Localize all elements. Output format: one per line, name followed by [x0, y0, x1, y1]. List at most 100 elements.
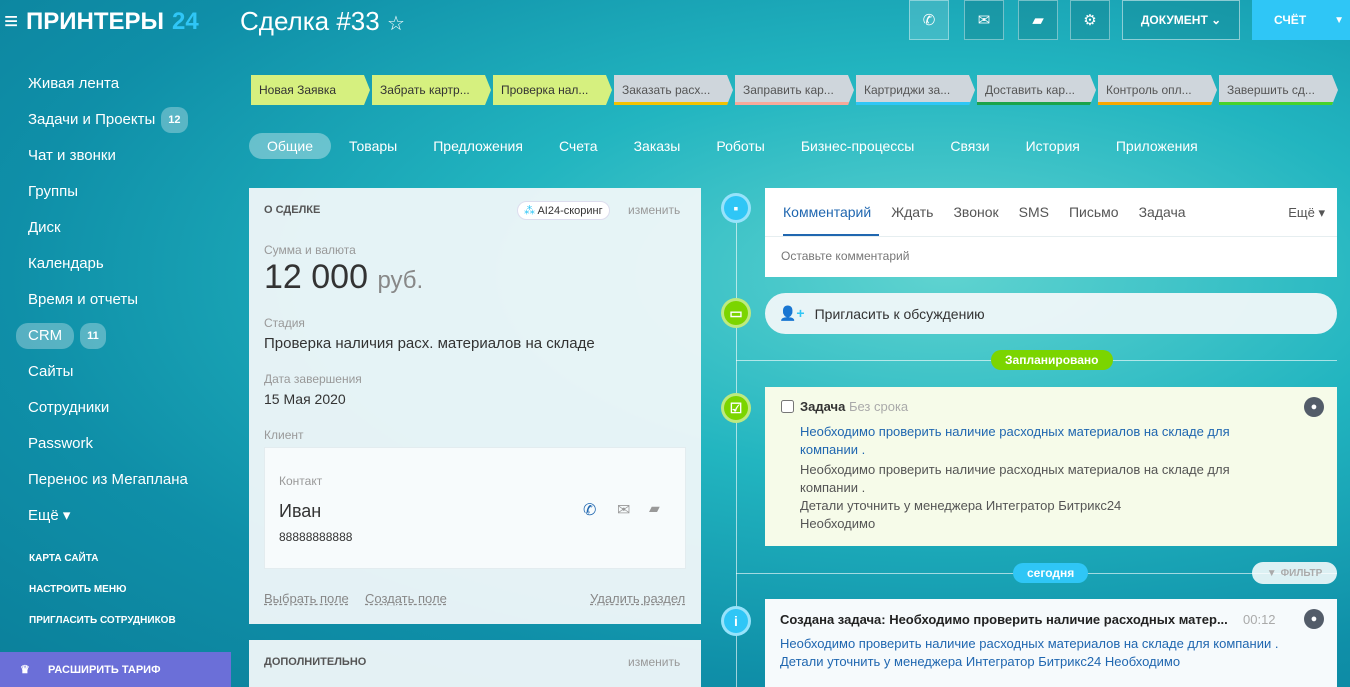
user-avatar-icon[interactable]: ● [1304, 397, 1324, 417]
sidebar-item-label: Сотрудники [28, 399, 110, 416]
tab[interactable]: Общие [249, 133, 332, 159]
ai-scoring-badge[interactable]: ⁂ AI24-скоринг [517, 201, 610, 220]
sidebar-item[interactable]: Passwork [28, 426, 188, 462]
stage-item[interactable]: Завершить сд... [1219, 75, 1338, 105]
comment-input[interactable]: Оставьте комментарий [781, 249, 909, 263]
activity-tab[interactable]: Звонок [953, 204, 998, 220]
sidebar-item[interactable]: Группы [28, 174, 188, 210]
stage-item[interactable]: Новая Заявка [251, 75, 370, 105]
chat-icon: ▰ [1032, 12, 1044, 29]
sidebar-item-label: Задачи и Проекты [28, 111, 156, 128]
sidebar-menu: Живая лента Задачи и Проекты 12 Чат и звонк… [16, 66, 188, 534]
chat-bubble-icon: ▭ [721, 298, 751, 328]
event-description[interactable]: Необходимо проверить наличие расходных м… [780, 635, 1278, 671]
edit-link[interactable]: изменить [628, 655, 680, 669]
mail-icon: ✉ [977, 12, 991, 29]
activity-tab[interactable]: Ждать [891, 204, 933, 220]
phone-icon: ✆ [922, 12, 936, 29]
sidebar-item-label: Чат и звонки [28, 147, 116, 164]
stage-item[interactable]: Картриджи за... [856, 75, 975, 105]
tab[interactable]: Связи [932, 133, 1007, 159]
stage-item[interactable]: Проверка нал... [493, 75, 612, 105]
tab[interactable]: Товары [331, 133, 415, 159]
crown-icon: ♛ [20, 664, 30, 676]
stage-item[interactable]: Забрать картр... [372, 75, 491, 105]
activity-tab[interactable]: Комментарий [783, 204, 871, 220]
email-button[interactable]: ✉ [964, 0, 1004, 40]
sidebar-item[interactable]: CRM 11 [16, 318, 188, 354]
chat-icon[interactable]: ▰ [649, 500, 660, 517]
sidebar-item[interactable]: Сайты [28, 354, 188, 390]
sidebar-item-label: Ещё ▾ [28, 507, 71, 524]
hamburger-icon[interactable]: ≡ [4, 8, 18, 36]
tab[interactable]: Счета [541, 133, 616, 159]
stage-value[interactable]: Проверка наличия расх. материалов на скл… [264, 335, 595, 352]
sidebar-item[interactable]: Перенос из Мегаплана [28, 462, 188, 498]
page-title: Сделка #33 ☆ [240, 6, 405, 36]
client-label: Клиент [264, 428, 304, 442]
phone-icon[interactable]: ✆ [583, 500, 596, 520]
mail-icon[interactable]: ✉ [617, 500, 630, 520]
date-value[interactable]: 15 Мая 2020 [264, 391, 346, 407]
event-title[interactable]: Создана задача: Необходимо проверить нал… [780, 612, 1228, 627]
info-icon: i [721, 606, 751, 636]
sidebar-link-invite[interactable]: ПРИГЛАСИТЬ СОТРУДНИКОВ [29, 615, 176, 626]
event-card: Создана задача: Необходимо проверить нал… [765, 599, 1337, 687]
activity-tab[interactable]: SMS [1019, 204, 1049, 220]
call-button[interactable]: ✆ [909, 0, 949, 40]
deal-sum: 12 000 руб. [264, 258, 424, 296]
task-checkbox[interactable] [781, 400, 794, 413]
tab[interactable]: Заказы [616, 133, 699, 159]
tab[interactable]: История [1008, 133, 1098, 159]
tab[interactable]: Приложения [1098, 133, 1216, 159]
sidebar-item[interactable]: Задачи и Проекты 12 [28, 102, 188, 138]
sidebar-item-label: Passwork [28, 435, 94, 452]
sidebar-item[interactable]: Время и отчеты [28, 282, 188, 318]
activity-tab[interactable]: Письмо [1069, 204, 1119, 220]
sidebar-item-label: CRM [16, 323, 75, 349]
sidebar-link-sitemap[interactable]: КАРТА САЙТА [29, 553, 98, 564]
edit-link[interactable]: изменить [628, 203, 680, 217]
delete-section-link[interactable]: Удалить раздел [590, 591, 685, 606]
tab[interactable]: Бизнес-процессы [783, 133, 932, 159]
upgrade-plan-button[interactable]: ♛ РАСШИРИТЬ ТАРИФ [0, 652, 231, 687]
contact-phone[interactable]: 88888888888 [279, 530, 352, 544]
sidebar-item-label: Живая лента [28, 75, 120, 92]
user-avatar-icon[interactable]: ● [1304, 609, 1324, 629]
document-button[interactable]: ДОКУМЕНТ ⌄ [1122, 0, 1240, 40]
chevron-down-icon[interactable]: ▼ [1334, 15, 1344, 26]
planned-label: Запланировано [991, 350, 1113, 370]
sidebar-link-configure-menu[interactable]: НАСТРОИТЬ МЕНЮ [29, 584, 126, 595]
sidebar-item[interactable]: Календарь [28, 246, 188, 282]
stage-item[interactable]: Контроль опл... [1098, 75, 1217, 105]
create-field-link[interactable]: Создать поле [365, 591, 447, 606]
task-description: Необходимо проверить наличие расходных м… [800, 462, 1230, 531]
activity-tab[interactable]: Задача [1139, 204, 1186, 220]
logo[interactable]: ≡ ПРИНТЕРЫ 24 [4, 8, 199, 36]
sidebar-item[interactable]: Ещё ▾ [28, 498, 188, 534]
tab[interactable]: Предложения [415, 133, 541, 159]
sidebar-item[interactable]: Диск [28, 210, 188, 246]
tab[interactable]: Роботы [698, 133, 782, 159]
task-link[interactable]: Необходимо проверить наличие расходных м… [800, 423, 1250, 459]
activity-tabs: Комментарий Ждать Звонок SMS Письмо Задача [783, 204, 1186, 220]
star-icon[interactable]: ☆ [387, 13, 405, 35]
sidebar-item-label: Диск [28, 219, 61, 236]
invoice-button[interactable]: СЧЁТ ▼ [1252, 0, 1350, 40]
stage-item[interactable]: Заказать расх... [614, 75, 733, 105]
settings-button[interactable]: ⚙ [1070, 0, 1110, 40]
more-tab[interactable]: Ещё ▾ [1288, 205, 1325, 221]
invite-discussion-button[interactable]: 👤+ Пригласить к обсуждению [765, 293, 1337, 334]
stage-item[interactable]: Доставить кар... [977, 75, 1096, 105]
event-time: 00:12 [1243, 612, 1276, 627]
chat-button[interactable]: ▰ [1018, 0, 1058, 40]
filter-button[interactable]: ▼ ФИЛЬТР [1252, 562, 1337, 584]
section-heading: ДОПОЛНИТЕЛЬНО [264, 656, 367, 668]
sidebar-item[interactable]: Живая лента [28, 66, 188, 102]
sidebar-item[interactable]: Сотрудники [28, 390, 188, 426]
sidebar-item[interactable]: Чат и звонки [28, 138, 188, 174]
select-field-link[interactable]: Выбрать поле [264, 591, 349, 606]
stage-item[interactable]: Заправить кар... [735, 75, 854, 105]
contact-name[interactable]: Иван [279, 501, 321, 522]
sidebar-item-label: Перенос из Мегаплана [28, 471, 188, 488]
